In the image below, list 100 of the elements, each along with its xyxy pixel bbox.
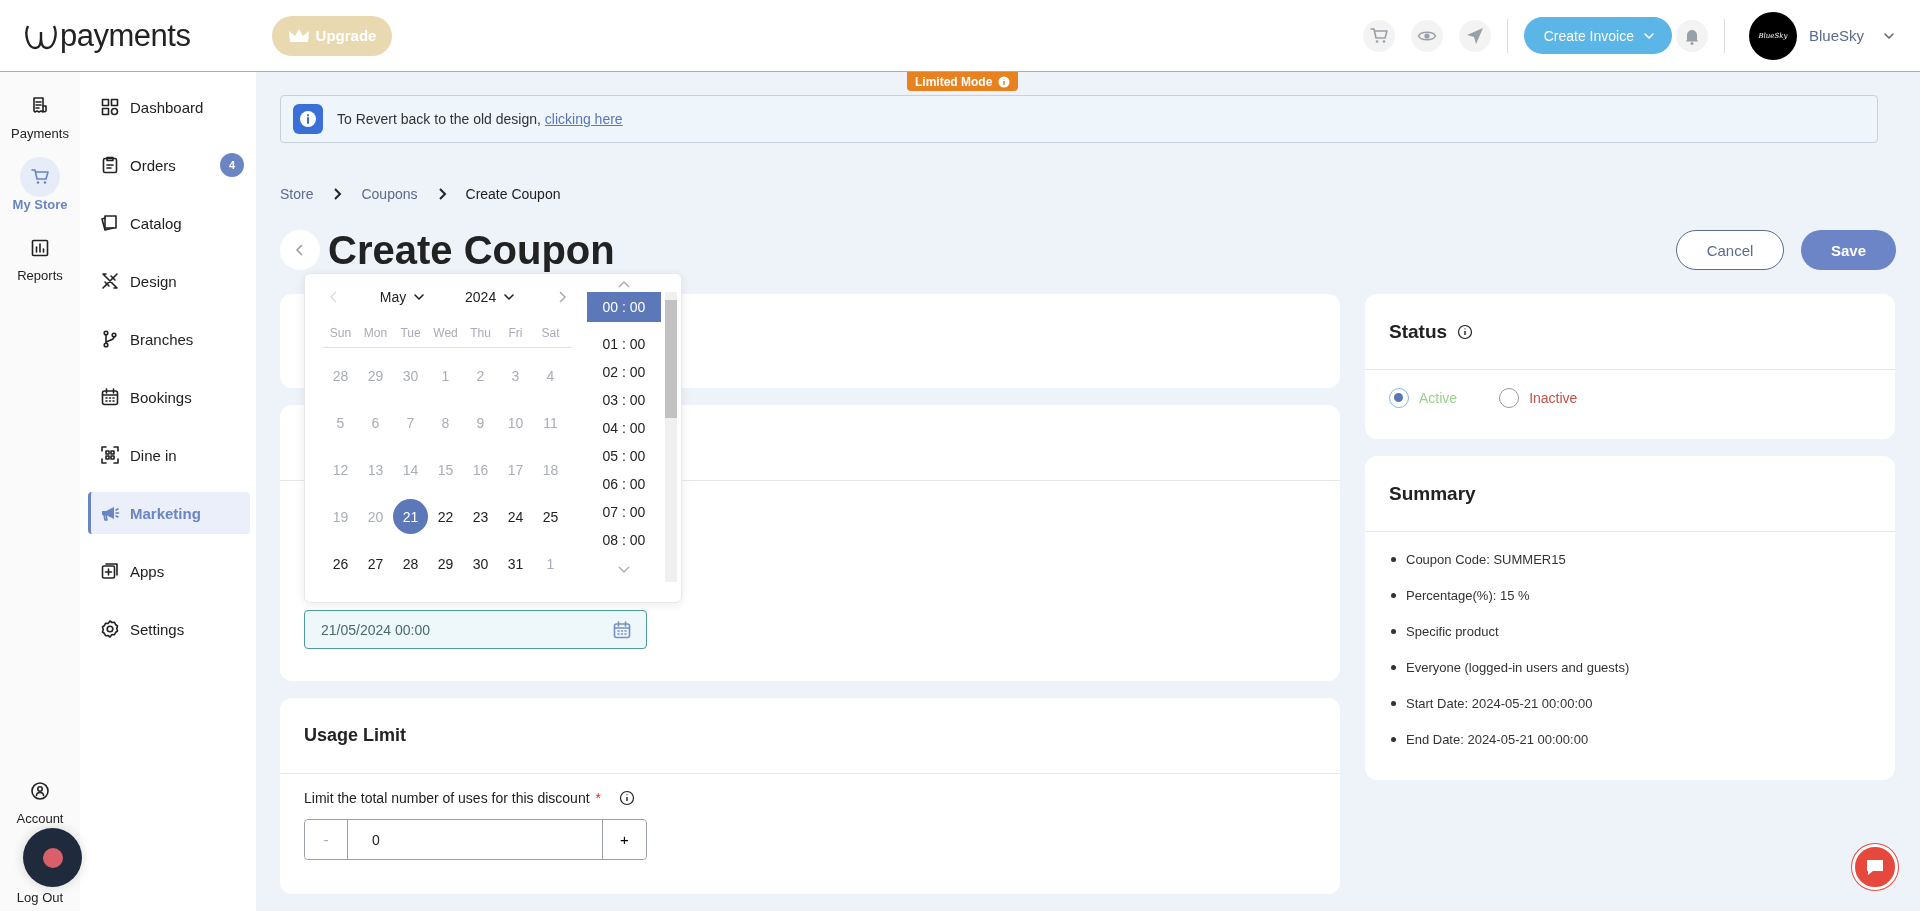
time-option[interactable]: 00 : 00 xyxy=(587,292,661,322)
cart-icon xyxy=(1368,25,1389,46)
year-select[interactable]: 2024 xyxy=(465,289,517,305)
calendar-day[interactable]: 22 xyxy=(428,499,463,534)
bullet-icon xyxy=(1391,736,1396,742)
calendar-day[interactable]: 26 xyxy=(323,546,358,581)
calendar-day: 3 xyxy=(498,358,533,393)
time-option[interactable]: 08 : 00 xyxy=(587,526,661,554)
month-select[interactable]: May xyxy=(379,289,427,305)
nav-item[interactable]: Dashboard xyxy=(88,86,250,128)
calendar-day[interactable]: 29 xyxy=(428,546,463,581)
time-option[interactable]: 06 : 00 xyxy=(587,470,661,498)
summary-item: End Date: 2024-05-21 00:00:00 xyxy=(1406,731,1589,747)
branch-icon xyxy=(100,329,120,349)
calendar-day[interactable]: 31 xyxy=(498,546,533,581)
nav-item[interactable]: Bookings xyxy=(88,376,250,418)
time-option[interactable]: 03 : 00 xyxy=(587,386,661,414)
user-name[interactable]: BlueSky xyxy=(1808,27,1864,44)
nav-item[interactable]: Catalog xyxy=(88,202,250,244)
info-icon xyxy=(998,75,1011,88)
calendar-day[interactable]: 28 xyxy=(393,546,428,581)
weekday-label: Sun xyxy=(328,325,353,340)
notifications-button[interactable] xyxy=(1675,19,1708,52)
weekday-label: Tue xyxy=(399,325,422,340)
clipboard-icon xyxy=(100,155,120,175)
send-button[interactable] xyxy=(1458,19,1491,52)
count-badge: 4 xyxy=(220,153,244,177)
bullet-icon xyxy=(1391,664,1396,670)
calendar-day: 10 xyxy=(498,405,533,440)
calendar-day: 28 xyxy=(323,358,358,393)
calendar-day[interactable]: 25 xyxy=(533,499,568,534)
cards-icon xyxy=(100,213,120,233)
breadcrumb-item[interactable]: Coupons xyxy=(361,186,418,202)
radio-label[interactable]: Inactive xyxy=(1529,390,1578,406)
chevron-right-icon xyxy=(331,187,344,201)
calendar-day: 20 xyxy=(358,499,393,534)
calendar-day[interactable]: 27 xyxy=(358,546,393,581)
card-title: Summary xyxy=(1389,482,1476,505)
calendar-day: 9 xyxy=(463,405,498,440)
calendar-day: 1 xyxy=(533,546,568,581)
calendar-day: 17 xyxy=(498,452,533,487)
calendar-day: 14 xyxy=(393,452,428,487)
time-option[interactable]: 04 : 00 xyxy=(587,414,661,442)
bullet-icon xyxy=(1391,700,1396,706)
revert-link[interactable]: clicking here xyxy=(544,111,623,127)
calendar-day: 7 xyxy=(393,405,428,440)
cancel-button[interactable]: Cancel xyxy=(1676,230,1784,270)
cart-button[interactable] xyxy=(1362,19,1395,52)
weekday-label: Sat xyxy=(540,325,561,340)
calendar-day[interactable]: 23 xyxy=(463,499,498,534)
page-title: Create Coupon xyxy=(328,229,615,271)
calendar-icon xyxy=(100,387,120,407)
rail-item[interactable]: Log Out xyxy=(16,890,64,905)
eye-button[interactable] xyxy=(1410,19,1443,52)
nav-item[interactable]: Dine in xyxy=(88,434,250,476)
bullet-icon xyxy=(1391,628,1396,634)
scrollbar[interactable] xyxy=(665,292,677,582)
rail-item[interactable]: Account xyxy=(16,771,64,826)
breadcrumb-item[interactable]: Store xyxy=(280,186,314,202)
nav-item[interactable]: Settings xyxy=(88,608,250,650)
nav-item[interactable]: Design xyxy=(88,260,250,302)
time-option[interactable]: 07 : 00 xyxy=(587,498,661,526)
time-option[interactable]: 02 : 00 xyxy=(587,358,661,386)
rail-item[interactable]: Payments xyxy=(11,86,69,141)
bullet-icon xyxy=(1391,556,1396,562)
plus-square-icon xyxy=(100,561,120,581)
grid-icon xyxy=(100,97,120,117)
nav-item[interactable]: Branches xyxy=(88,318,250,360)
time-option[interactable]: 01 : 00 xyxy=(587,330,661,358)
summary-item: Coupon Code: SUMMER15 xyxy=(1406,551,1566,567)
bullet-icon xyxy=(1391,592,1396,598)
calendar-day: 13 xyxy=(358,452,393,487)
nav-item[interactable]: Apps xyxy=(88,550,250,592)
bar-chart-icon xyxy=(30,238,50,258)
calendar-day: 2 xyxy=(463,358,498,393)
summary-item: Percentage(%): 15 % xyxy=(1406,587,1530,603)
chat-button[interactable] xyxy=(1852,844,1898,890)
receipt-icon xyxy=(30,96,50,116)
calendar-day: 16 xyxy=(463,452,498,487)
time-option[interactable]: 05 : 00 xyxy=(587,442,661,470)
crown-icon xyxy=(287,27,310,44)
date-input[interactable]: 21/05/2024 00:00 xyxy=(304,610,647,649)
calendar-day: 11 xyxy=(533,405,568,440)
required-mark: * xyxy=(595,790,602,806)
nav-item[interactable]: Orders 4 xyxy=(88,144,250,186)
calendar-day[interactable]: 21 xyxy=(393,499,428,534)
calendar-day: 4 xyxy=(533,358,568,393)
calendar-day: 1 xyxy=(428,358,463,393)
field-label: Limit the total number of uses for this discount xyxy=(304,790,590,806)
calendar-day[interactable]: 30 xyxy=(463,546,498,581)
summary-item: Specific product xyxy=(1406,623,1499,639)
info-icon xyxy=(1457,323,1474,340)
calendar-day: 19 xyxy=(323,499,358,534)
breadcrumb-item: Create Coupon xyxy=(465,186,561,202)
calendar-day[interactable]: 24 xyxy=(498,499,533,534)
logo-text: payments xyxy=(60,17,191,54)
rail-item[interactable]: Reports xyxy=(17,228,63,283)
calendar-day: 30 xyxy=(393,358,428,393)
save-button[interactable]: Save xyxy=(1801,230,1896,270)
weekday-label: Mon xyxy=(362,325,389,340)
